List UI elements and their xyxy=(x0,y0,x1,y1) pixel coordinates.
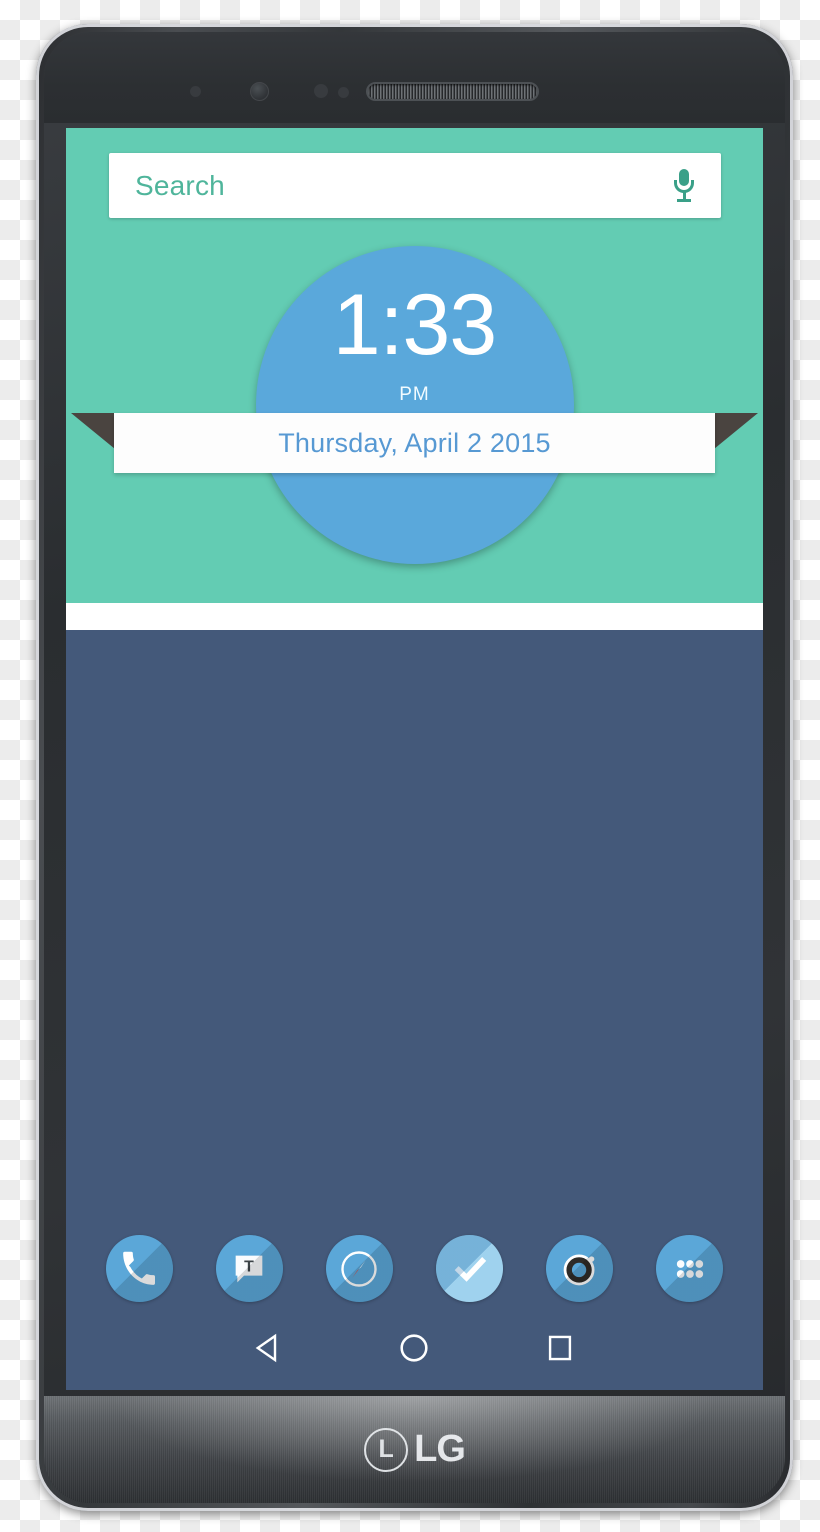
clock-date: Thursday, April 2 2015 xyxy=(278,427,551,458)
checkmark-icon xyxy=(436,1235,503,1302)
camera-icon xyxy=(546,1235,613,1302)
top-bezel xyxy=(44,32,785,123)
back-triangle-icon xyxy=(251,1330,287,1371)
dock-item-phone[interactable] xyxy=(105,1235,173,1302)
bottom-bezel: L LG xyxy=(44,1396,785,1503)
clock-time: 1:33 xyxy=(332,277,497,373)
nav-recents-button[interactable] xyxy=(537,1327,583,1373)
lg-logo-mark-letter: L xyxy=(378,1434,394,1463)
dock-item-browser[interactable] xyxy=(325,1235,393,1302)
search-input[interactable]: Search xyxy=(135,170,673,202)
ribbon-fold-right xyxy=(714,413,758,449)
dock-bar: T xyxy=(66,1235,763,1302)
phone-device: Search 1:33 PM Thursday, April 2 2015 T … xyxy=(36,24,793,1511)
dock-item-messaging[interactable]: T xyxy=(215,1235,283,1302)
recents-square-icon xyxy=(543,1331,577,1370)
proximity-sensor-icon xyxy=(314,84,328,98)
lg-logo-mark-icon: L xyxy=(364,1427,409,1472)
date-banner: Thursday, April 2 2015 xyxy=(114,413,715,473)
search-bar[interactable]: Search xyxy=(109,153,721,218)
lg-wordmark: LG xyxy=(414,1428,466,1470)
wallpaper-divider-band xyxy=(66,603,763,630)
dock-item-tasks[interactable] xyxy=(436,1235,504,1302)
ribbon-fold-left xyxy=(71,413,115,449)
nav-back-button[interactable] xyxy=(246,1327,292,1373)
earpiece-speaker xyxy=(366,82,539,101)
message-bubble-icon: T xyxy=(216,1235,283,1302)
microphone-icon[interactable] xyxy=(673,168,695,203)
home-circle-icon xyxy=(396,1330,432,1371)
phone-icon xyxy=(106,1235,173,1302)
svg-text:T: T xyxy=(244,1258,254,1275)
light-sensor-icon xyxy=(338,87,349,98)
navigation-bar xyxy=(66,1310,763,1390)
lg-logo: L LG xyxy=(364,1427,466,1472)
ir-sensor-icon xyxy=(190,86,201,97)
dock-item-app-drawer[interactable] xyxy=(656,1235,724,1302)
app-grid-icon xyxy=(656,1235,723,1302)
phone-front-panel: Search 1:33 PM Thursday, April 2 2015 T … xyxy=(44,32,785,1503)
phone-screen: Search 1:33 PM Thursday, April 2 2015 T xyxy=(66,128,763,1390)
dock-item-camera[interactable] xyxy=(546,1235,614,1302)
compass-icon xyxy=(326,1235,393,1302)
clock-meridiem: PM xyxy=(399,384,430,405)
nav-home-button[interactable] xyxy=(391,1327,437,1373)
clock-widget[interactable]: 1:33 PM Thursday, April 2 2015 xyxy=(66,238,763,564)
front-camera-icon xyxy=(250,82,269,101)
